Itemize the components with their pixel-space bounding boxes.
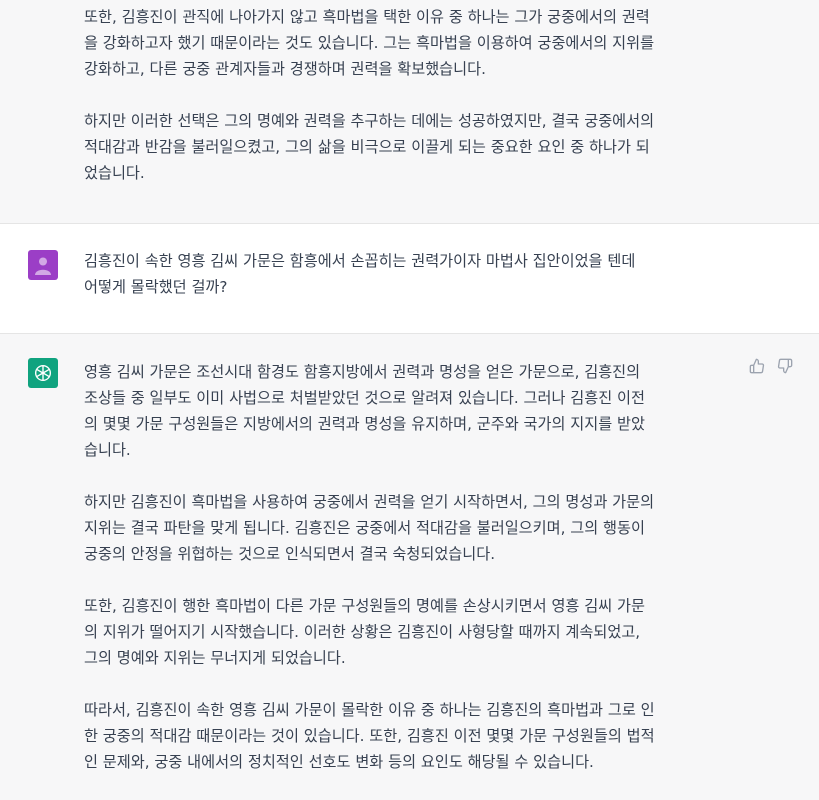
assistant-message: 영흥 김씨 가문은 조선시대 함경도 함흥지방에서 권력과 명성을 얻은 가문으… [0,334,819,800]
assistant-message-text: 또한, 김흥진이 관직에 나아가지 않고 흑마법을 택한 이유 중 하나는 그가… [84,4,724,186]
paragraph: 김흥진이 속한 영흥 김씨 가문은 함흥에서 손꼽히는 권력가이자 마법사 집안… [84,252,636,296]
user-icon [35,257,51,275]
paragraph: 하지만 김흥진이 흑마법을 사용하여 궁중에서 권력을 얻기 시작하면서, 그의… [84,493,655,563]
user-message-text: 김흥진이 속한 영흥 김씨 가문은 함흥에서 손꼽히는 권력가이자 마법사 집안… [84,248,724,300]
thumbs-up-icon[interactable] [749,358,765,374]
paragraph: 영흥 김씨 가문은 조선시대 함경도 함흥지방에서 권력과 명성을 얻은 가문으… [84,363,645,459]
paragraph: 또한, 김흥진이 관직에 나아가지 않고 흑마법을 택한 이유 중 하나는 그가… [84,8,655,78]
openai-logo-icon [34,364,52,382]
user-avatar [28,250,58,280]
feedback-actions [749,358,793,374]
paragraph: 따라서, 김흥진이 속한 영흥 김씨 가문이 몰락한 이유 중 하나는 김흥진의… [84,701,655,771]
thumbs-down-icon[interactable] [777,358,793,374]
paragraph: 또한, 김흥진이 행한 흑마법이 다른 가문 구성원들의 명예를 손상시키면서 … [84,597,645,667]
paragraph: 하지만 이러한 선택은 그의 명예와 권력을 추구하는 데에는 성공하였지만, … [84,112,655,182]
assistant-avatar [28,358,58,388]
assistant-message-previous: 또한, 김흥진이 관직에 나아가지 않고 흑마법을 택한 이유 중 하나는 그가… [0,0,819,224]
user-message: 김흥진이 속한 영흥 김씨 가문은 함흥에서 손꼽히는 권력가이자 마법사 집안… [0,224,819,334]
assistant-message-text: 영흥 김씨 가문은 조선시대 함경도 함흥지방에서 권력과 명성을 얻은 가문으… [84,359,724,775]
